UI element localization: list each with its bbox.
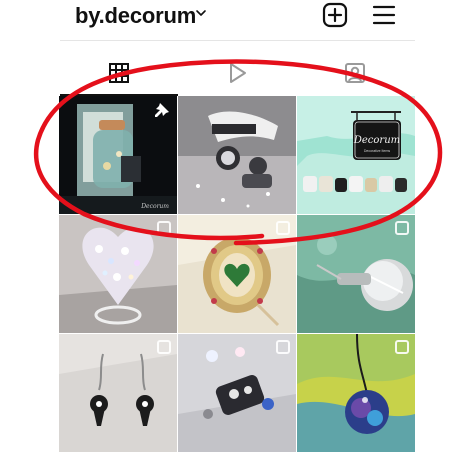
grid-icon [109, 63, 129, 83]
image-watermark: Decorum [141, 203, 169, 210]
sign-brand-text: Decorum [353, 135, 400, 146]
post-image [178, 96, 296, 214]
tab-reels[interactable] [178, 50, 296, 96]
sign-tagline-text: Decorative Items [364, 149, 391, 153]
grid-post[interactable]: Decorum [59, 96, 177, 214]
tab-tagged[interactable] [296, 50, 414, 96]
profile-username[interactable]: by.decorum [75, 3, 196, 29]
grid-post[interactable] [59, 215, 177, 333]
new-post-icon[interactable] [322, 2, 348, 28]
header-divider [60, 40, 415, 41]
multi-photo-icon [395, 340, 409, 354]
pinned-post-icon [155, 103, 169, 117]
multi-photo-icon [276, 340, 290, 354]
grid-post[interactable] [178, 96, 296, 214]
grid-post[interactable] [178, 215, 296, 333]
play-icon [230, 63, 246, 83]
grid-post[interactable] [297, 334, 415, 452]
grid-post[interactable] [59, 334, 177, 452]
post-image: Decorum Decorative Items [297, 96, 415, 214]
multi-photo-icon [276, 221, 290, 235]
multi-photo-icon [157, 340, 171, 354]
profile-header: by.decorum [60, 0, 415, 36]
multi-photo-icon [157, 221, 171, 235]
posts-grid: Decorum Decorum Decorative Items [59, 96, 416, 474]
profile-tabs [60, 50, 415, 96]
grid-post[interactable] [297, 215, 415, 333]
menu-icon[interactable] [371, 2, 397, 28]
tagged-person-icon [345, 63, 365, 83]
tab-posts[interactable] [60, 50, 178, 96]
grid-post[interactable]: Decorum Decorative Items [297, 96, 415, 214]
grid-post[interactable] [178, 334, 296, 452]
multi-photo-icon [395, 221, 409, 235]
chevron-down-icon[interactable] [194, 6, 208, 20]
